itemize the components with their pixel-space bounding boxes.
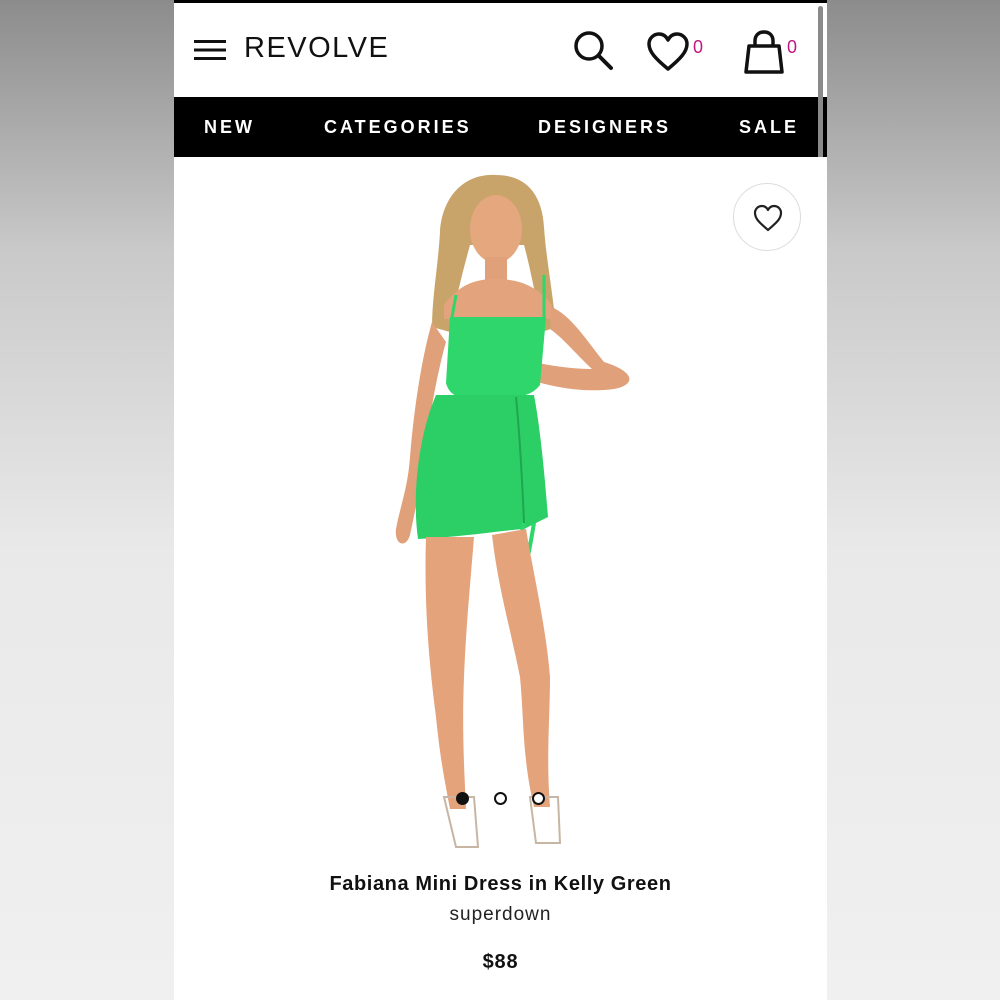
pagination-dot-1[interactable] [456, 792, 469, 805]
product-photo[interactable] [174, 157, 827, 857]
main-navigation: NEW CATEGORIES DESIGNERS SALE [174, 97, 827, 157]
hamburger-menu-icon[interactable] [194, 39, 226, 61]
product-price: $88 [482, 951, 519, 973]
mobile-page: REVOLVE 0 0 NEW CATEGORIES DESIGNERS SAL… [174, 0, 827, 1000]
nav-item-categories[interactable]: CATEGORIES [324, 97, 472, 157]
revolve-logo[interactable]: REVOLVE [244, 29, 389, 67]
favorite-button[interactable] [733, 183, 801, 251]
nav-item-new[interactable]: NEW [204, 97, 255, 157]
site-header: REVOLVE 0 0 [174, 3, 827, 97]
pagination-dot-3[interactable] [532, 792, 545, 805]
bag-count: 0 [787, 37, 798, 57]
product-brand[interactable]: superdown [174, 902, 827, 928]
nav-item-sale[interactable]: SALE [739, 97, 799, 157]
wishlist-count: 0 [693, 37, 704, 57]
image-pagination [174, 792, 827, 808]
product-name: Fabiana Mini Dress in Kelly Green [329, 873, 672, 895]
search-icon[interactable] [572, 29, 614, 71]
pagination-dot-2[interactable] [494, 792, 507, 805]
shopping-bag-icon[interactable] [742, 29, 786, 75]
heart-icon[interactable] [646, 31, 690, 73]
nav-item-designers[interactable]: DESIGNERS [538, 97, 671, 157]
heart-outline-icon [753, 204, 783, 232]
